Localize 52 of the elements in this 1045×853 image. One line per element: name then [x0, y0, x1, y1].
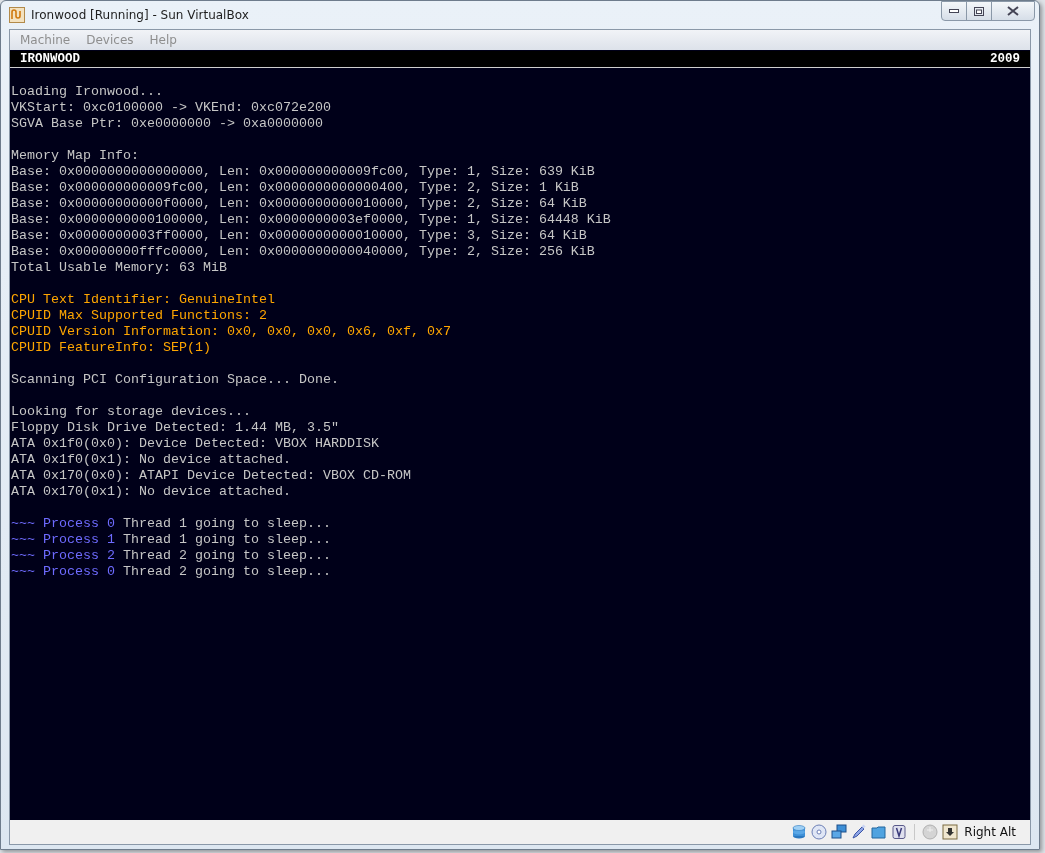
console-text: Memory Map Info: [11, 148, 139, 164]
window-title: Ironwood [Running] - Sun VirtualBox [31, 8, 250, 22]
mouse-icon [922, 824, 939, 840]
maximize-icon [974, 6, 984, 16]
chip-icon [891, 824, 908, 840]
host-key-icon [942, 824, 959, 840]
console-text: ATA 0x170(0x1): No device attached. [11, 484, 291, 500]
usb-pen-icon [851, 824, 868, 840]
console-text: Base: 0x00000000fffc0000, Len: 0x0000000000040000, Type: 2, Size: 256 KiB [11, 244, 595, 260]
hard-disk-icon [791, 824, 808, 840]
folder-icon [871, 824, 888, 840]
console-text: ATA 0x170(0x0): ATAPI Device Detected: VBOX CD-ROM [11, 468, 411, 484]
console-text: Base: 0x0000000000100000, Len: 0x0000000003ef0000, Type: 1, Size: 64448 KiB [11, 212, 611, 228]
console-text: Base: 0x00000000000f0000, Len: 0x0000000000010000, Type: 2, Size: 64 KiB [11, 196, 587, 212]
os-name: IRONWOOD [20, 52, 80, 66]
console-text: CPUID Version Information: 0x0, 0x0, 0x0, 0x6, 0xf, 0x7 [11, 324, 451, 340]
console-text: Thread 2 going to sleep... [123, 564, 331, 580]
console-text: CPUID FeatureInfo: SEP(1) [11, 340, 211, 356]
console-text: CPU Text Identifier: GenuineIntel [11, 292, 275, 308]
console-text: ~~~ Process 0 [11, 564, 115, 580]
host-key-label: Right Alt [964, 825, 1016, 839]
console-text: Scanning PCI Configuration Space... Done. [11, 372, 339, 388]
minimize-icon [949, 9, 959, 13]
minimize-button[interactable] [941, 1, 967, 21]
console-text: VKStart: 0xc0100000 -> VKEnd: 0xc072e200 [11, 100, 331, 116]
console-text: ~~~ Process 2 [11, 548, 115, 564]
console-text: CPUID Max Supported Functions: 2 [11, 308, 267, 324]
network-icon [831, 824, 848, 840]
console-text: ATA 0x1f0(0x0): Device Detected: VBOX HARDDISK [11, 436, 379, 452]
menu-item[interactable]: Help [141, 33, 185, 47]
console-text: Base: 0x0000000003ff0000, Len: 0x0000000000010000, Type: 3, Size: 64 KiB [11, 228, 587, 244]
console-text: Base: 0x000000000009fc00, Len: 0x0000000000000400, Type: 2, Size: 1 KiB [11, 180, 579, 196]
console-text: Loading Ironwood... [11, 84, 163, 100]
menu-item[interactable]: Devices [78, 33, 142, 47]
console-text: Thread 2 going to sleep... [123, 548, 331, 564]
console-text: SGVA Base Ptr: 0xe0000000 -> 0xa0000000 [11, 116, 323, 132]
close-button[interactable] [991, 1, 1035, 21]
console-text: Floppy Disk Drive Detected: 1.44 MB, 3.5" [11, 420, 339, 436]
console-text: Thread 1 going to sleep... [123, 516, 331, 532]
maximize-button[interactable] [966, 1, 992, 21]
app-logo-icon [9, 7, 25, 23]
console-text: ATA 0x1f0(0x1): No device attached. [11, 452, 291, 468]
console-text: Thread 1 going to sleep... [123, 532, 331, 548]
console-text: Base: 0x0000000000000000, Len: 0x000000000009fc00, Type: 1, Size: 639 KiB [11, 164, 595, 180]
menu-item[interactable]: Machine [12, 33, 79, 47]
cd-icon [811, 824, 828, 840]
console-text: ~~~ Process 0 [11, 516, 115, 532]
console-text: Total Usable Memory: 63 MiB [11, 260, 227, 276]
console-text: Looking for storage devices... [11, 404, 251, 420]
console-text: ~~~ Process 1 [11, 532, 115, 548]
close-icon [1007, 6, 1019, 16]
year-text: 2009 [990, 52, 1020, 66]
